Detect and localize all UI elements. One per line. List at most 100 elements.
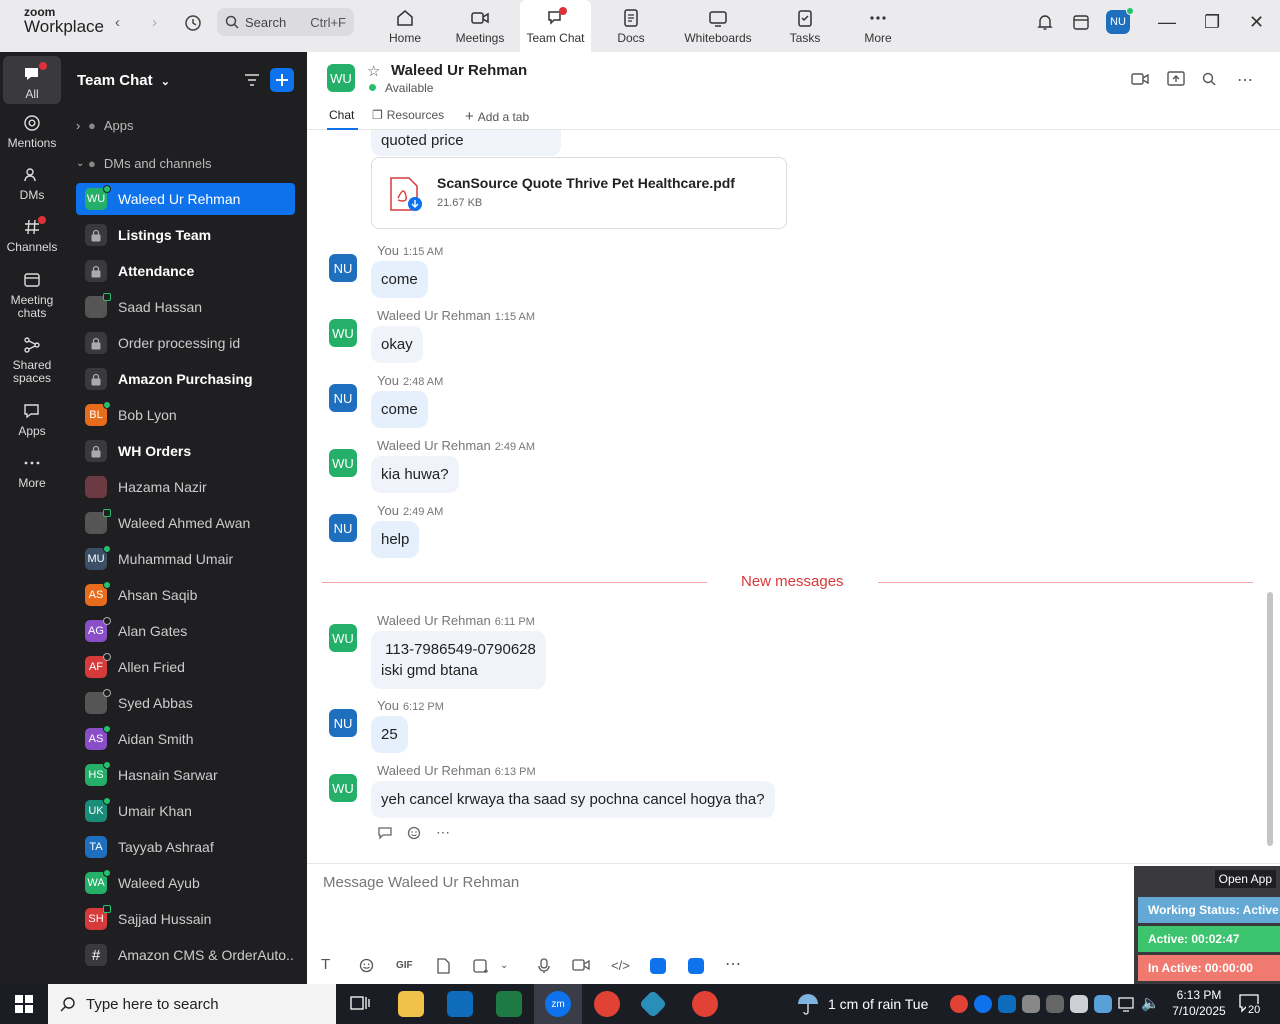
outlook-icon[interactable]: [447, 991, 473, 1017]
sidebar-item[interactable]: Order processing id: [76, 327, 295, 359]
windows-start-icon[interactable]: [15, 995, 33, 1018]
weather-text[interactable]: 1 cm of rain Tue: [828, 996, 928, 1012]
message-bubble[interactable]: okay: [371, 326, 423, 363]
sidebar-item[interactable]: # Amazon CMS & OrderAuto...: [76, 939, 295, 971]
sidebar-item[interactable]: HS Hasnain Sarwar: [76, 759, 295, 791]
message-bubble[interactable]: help: [371, 521, 420, 558]
file-explorer-icon[interactable]: [398, 991, 424, 1017]
rail-apps[interactable]: Apps: [0, 402, 64, 438]
message-avatar[interactable]: NU: [329, 514, 357, 542]
tab-more[interactable]: More: [858, 0, 898, 52]
section-apps[interactable]: › ● Apps: [76, 118, 134, 133]
chevron-down-icon[interactable]: ⌄: [500, 960, 508, 971]
message-avatar[interactable]: WU: [329, 774, 357, 802]
rail-mentions[interactable]: Mentions: [0, 114, 64, 150]
screenshot-icon[interactable]: [473, 958, 489, 977]
tray-app-icon[interactable]: [1022, 995, 1040, 1013]
close-icon[interactable]: ✕: [1249, 12, 1264, 33]
sidebar-item[interactable]: SH Sajjad Hussain: [76, 903, 295, 935]
microphone-icon[interactable]: [538, 958, 550, 977]
history-icon[interactable]: [184, 14, 202, 36]
sidebar-item[interactable]: Attendance: [76, 255, 295, 287]
message-input[interactable]: Message Waleed Ur Rehman: [323, 874, 519, 891]
chrome-icon[interactable]: [594, 991, 620, 1017]
message-bubble[interactable]: 25: [371, 716, 408, 753]
message-avatar[interactable]: NU: [329, 709, 357, 737]
new-chat-button[interactable]: [270, 68, 294, 92]
app-diamond-icon[interactable]: [638, 989, 668, 1019]
open-app-button[interactable]: Open App: [1214, 870, 1276, 888]
rail-more[interactable]: More: [0, 454, 64, 490]
taskbar-search[interactable]: Type here to search: [48, 984, 336, 1024]
sidebar-item[interactable]: WA Waleed Ayub: [76, 867, 295, 899]
sidebar-item[interactable]: AS Ahsan Saqib: [76, 579, 295, 611]
rail-channels[interactable]: Channels: [0, 216, 64, 254]
rail-dms[interactable]: DMs: [0, 166, 64, 202]
excel-icon[interactable]: [496, 991, 522, 1017]
message-more-icon[interactable]: ⋯: [436, 824, 450, 841]
file-icon[interactable]: [436, 958, 450, 977]
task-view-icon[interactable]: [350, 995, 370, 1018]
sidebar-item[interactable]: TA Tayyab Ashraaf: [76, 831, 295, 863]
forward-icon[interactable]: ›: [152, 14, 157, 31]
sidebar-item[interactable]: WH Orders: [76, 435, 295, 467]
sidebar-item[interactable]: WU Waleed Ur Rehman: [76, 183, 295, 215]
search-box[interactable]: Search Ctrl+F: [217, 8, 354, 36]
code-snippet-icon[interactable]: </>: [611, 958, 630, 973]
sidebar-item[interactable]: UK Umair Khan: [76, 795, 295, 827]
sidebar-item[interactable]: MU Muhammad Umair: [76, 543, 295, 575]
network-icon[interactable]: [1118, 996, 1136, 1017]
tray-chrome-icon[interactable]: [950, 995, 968, 1013]
sidebar-item[interactable]: Syed Abbas: [76, 687, 295, 719]
zoom-taskbar-icon[interactable]: zm: [545, 991, 571, 1017]
volume-icon[interactable]: 🔈: [1141, 994, 1160, 1012]
sidebar-title[interactable]: Team Chat ⌄: [77, 72, 170, 89]
message-bubble[interactable]: come: [371, 391, 428, 428]
message-avatar[interactable]: NU: [329, 254, 357, 282]
sidebar-item[interactable]: Listings Team: [76, 219, 295, 251]
minimize-icon[interactable]: —: [1158, 12, 1176, 33]
user-avatar[interactable]: NU: [1106, 7, 1134, 34]
sidebar-item[interactable]: Hazama Nazir: [76, 471, 295, 503]
calendar-icon[interactable]: [1072, 13, 1090, 36]
tab-whiteboards[interactable]: Whiteboards: [680, 0, 756, 52]
message-bubble[interactable]: come: [371, 261, 428, 298]
file-attachment[interactable]: ScanSource Quote Thrive Pet Healthcare.p…: [371, 157, 787, 229]
restore-icon[interactable]: ❐: [1204, 12, 1220, 33]
scrollbar-thumb[interactable]: [1267, 592, 1273, 846]
tab-docs[interactable]: Docs: [610, 0, 652, 52]
emoji-icon[interactable]: [359, 958, 374, 976]
emoji-reaction-icon[interactable]: [407, 825, 422, 840]
sidebar-item[interactable]: Amazon Purchasing: [76, 363, 295, 395]
sidebar-item[interactable]: AF Allen Fried: [76, 651, 295, 683]
format-text-icon[interactable]: T: [321, 956, 330, 973]
message-bubble[interactable]: 113-7986549-0790628 iski gmd btana: [371, 631, 546, 689]
app-shortcut-2-icon[interactable]: [688, 958, 704, 974]
sidebar-item[interactable]: AG Alan Gates: [76, 615, 295, 647]
app-shortcut-icon[interactable]: [650, 958, 666, 974]
tray-zoom-icon[interactable]: [974, 995, 992, 1013]
message-avatar[interactable]: NU: [329, 384, 357, 412]
video-message-icon[interactable]: [572, 958, 590, 975]
rail-meeting-chats[interactable]: Meeting chats: [0, 271, 64, 320]
sidebar-item[interactable]: BL Bob Lyon: [76, 399, 295, 431]
rail-shared-spaces[interactable]: Shared spaces: [0, 336, 64, 385]
message-bubble[interactable]: kia huwa?: [371, 456, 459, 493]
message-avatar[interactable]: WU: [329, 319, 357, 347]
sidebar-item[interactable]: Waleed Ahmed Awan: [76, 507, 295, 539]
message-avatar[interactable]: WU: [329, 449, 357, 477]
section-dms-channels[interactable]: ⌄ ● DMs and channels: [76, 156, 212, 171]
tab-tasks[interactable]: Tasks: [785, 0, 825, 52]
message-bubble[interactable]: yeh cancel krwaya tha saad sy pochna can…: [371, 781, 775, 818]
message-avatar[interactable]: WU: [329, 624, 357, 652]
chrome-profile-icon[interactable]: [692, 991, 718, 1017]
bell-icon[interactable]: [1036, 13, 1054, 36]
tray-vpn-icon[interactable]: [1070, 995, 1088, 1013]
tray-network-app-icon[interactable]: [1046, 995, 1064, 1013]
tray-sync-icon[interactable]: [1094, 995, 1112, 1013]
reply-icon[interactable]: [377, 826, 393, 840]
composer-more-icon[interactable]: ⋯: [725, 954, 741, 974]
clock[interactable]: 6:13 PM 7/10/2025: [1168, 987, 1230, 1019]
tab-team-chat[interactable]: Team Chat: [520, 0, 591, 52]
filter-icon[interactable]: [244, 72, 260, 93]
